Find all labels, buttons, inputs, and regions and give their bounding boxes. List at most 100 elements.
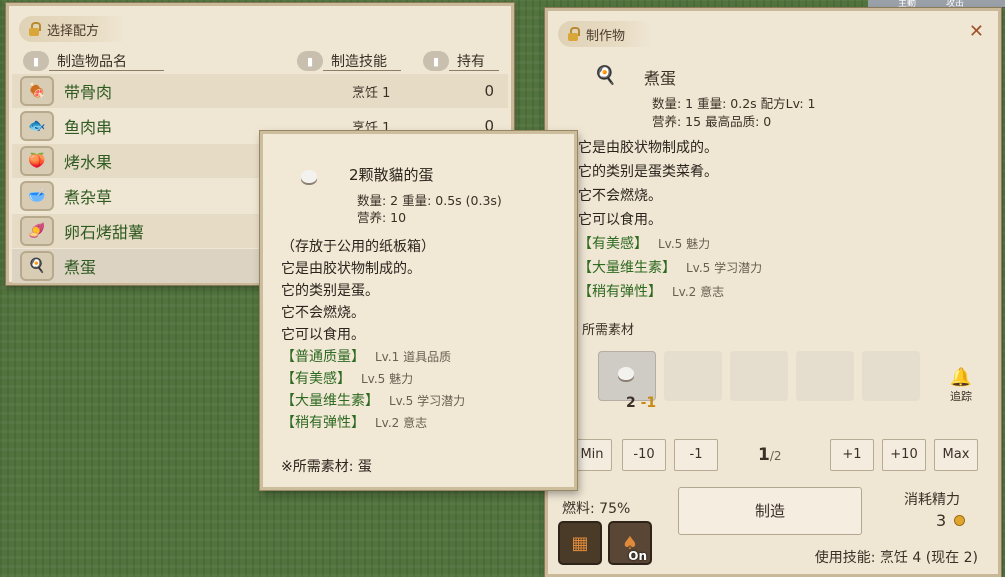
recipe-name: 带骨肉 [64, 83, 113, 102]
qty-plus10-button[interactable]: +10 [882, 439, 926, 471]
description-line: 它是由胶状物制成的。 [578, 140, 718, 156]
product-stat-line: 数量: 1 重量: 0.2s 配方Lv: 1 [652, 96, 816, 111]
column-owned-header[interactable]: ▮ 持有 [423, 50, 485, 72]
trait-detail: Lv.5 学习潜力 [686, 261, 763, 275]
product-stat-line: 营养: 15 最高品质: 0 [652, 114, 772, 129]
description-line: 它的类别是蛋类菜肴。 [578, 164, 718, 180]
trait-line: 【大量维生素】 Lv.5 学习潜力 [578, 257, 762, 277]
close-icon[interactable]: ✕ [969, 21, 984, 42]
trait-line: 【稍有弹性】 Lv.2 意志 [578, 281, 724, 301]
top-right-tabs: 主動 攻击 [868, 0, 1005, 8]
qty-max-button[interactable]: Max [934, 439, 978, 471]
qty-display: 1/2 [758, 445, 782, 465]
panel-title-tab: 制作物 [558, 21, 652, 47]
skill-used-label: 使用技能: 烹饪 4 (现在 2) [814, 550, 978, 566]
fish-skewer-icon: 🐟 [20, 111, 54, 141]
qty-minus1-button[interactable]: -1 [674, 439, 718, 471]
trait-name: 【大量维生素】 [281, 393, 379, 409]
divider [323, 70, 401, 71]
qty-total: /2 [769, 449, 782, 463]
trait-name: 【稍有弹性】 [281, 415, 365, 431]
trait-detail: Lv.1 道具品质 [375, 350, 452, 364]
qty-min-button[interactable]: Min [572, 439, 612, 471]
trait-detail: Lv.5 魅力 [361, 372, 414, 386]
qty-minus10-button[interactable]: -10 [622, 439, 666, 471]
roast-fruit-icon: 🍑 [20, 146, 54, 176]
sort-icon[interactable]: ▮ [23, 51, 49, 71]
material-slot[interactable] [664, 351, 722, 401]
meat-icon: 🍖 [20, 76, 54, 106]
trait-name: 【大量维生素】 [578, 260, 676, 276]
column-name-label: 制造物品名 [57, 54, 127, 70]
panel-title: 制作物 [586, 28, 626, 44]
description-line: 它可以食用。 [578, 212, 662, 228]
recipe-skill: 烹饪 1 [352, 85, 391, 101]
panel-title: 选择配方 [47, 23, 100, 39]
product-name: 煮蛋 [644, 69, 677, 88]
boiled-egg-icon: 🍳 [594, 65, 617, 86]
materials-label: 所需素材 [582, 323, 635, 338]
tooltip-line: 它可以食用。 [281, 327, 365, 343]
sort-icon[interactable]: ▮ [297, 51, 323, 71]
stamina-label: 消耗精力 [904, 492, 960, 508]
tooltip-line: 它不会燃烧。 [281, 305, 365, 321]
lock-icon [568, 27, 580, 41]
auto-fuel-toggle[interactable]: ♠ On [608, 521, 652, 565]
egg-icon [301, 170, 317, 183]
tooltip-required: ※所需素材: 蛋 [281, 459, 372, 475]
trace-button[interactable]: 🔔 追踪 [944, 367, 978, 404]
lock-icon [29, 22, 41, 36]
tab-fragment-b[interactable]: 攻击 [946, 0, 964, 7]
tooltip-stat-line: 营养: 10 [357, 210, 407, 225]
tab-fragment-a[interactable]: 主動 [898, 0, 916, 7]
material-count-minus: -1 [640, 395, 657, 411]
firewood-icon[interactable]: ▦ [558, 521, 602, 565]
recipe-owned: 0 [484, 82, 494, 100]
fuel-label: 燃料: 75% [562, 501, 631, 517]
boiled-egg-icon: 🍳 [20, 251, 54, 281]
stamina-number: 3 [936, 511, 947, 530]
trait-detail: Lv.5 学习潜力 [389, 394, 466, 408]
material-slot[interactable] [730, 351, 788, 401]
tooltip-item-name: 2颗散貓的蛋 [349, 166, 434, 184]
tooltip-line: 它是由胶状物制成的。 [281, 261, 421, 277]
trait-name: 【有美感】 [578, 236, 648, 252]
boiled-weeds-icon: 🥣 [20, 181, 54, 211]
stamina-icon [954, 515, 966, 526]
material-count-value: 2 [626, 395, 636, 411]
trait-name: 【稍有弹性】 [578, 284, 662, 300]
trait-name: 【有美感】 [281, 371, 351, 387]
trait-detail: Lv.2 意志 [672, 285, 725, 299]
egg-icon [618, 367, 634, 380]
column-owned-label: 持有 [457, 54, 485, 70]
description-line: 它不会燃烧。 [578, 188, 662, 204]
tooltip-trait: 【稍有弹性】 Lv.2 意志 [281, 412, 427, 432]
material-slot[interactable] [796, 351, 854, 401]
tooltip-line: 它的类别是蛋。 [281, 283, 379, 299]
trait-name: 【普通质量】 [281, 349, 365, 365]
sort-icon[interactable]: ▮ [423, 51, 449, 71]
item-tooltip: 2颗散貓的蛋 数量: 2 重量: 0.5s (0.3s) 营养: 10 （存放于… [260, 131, 577, 490]
product-panel: 制作物 ✕ 🍳 煮蛋 数量: 1 重量: 0.2s 配方Lv: 1 营养: 15… [545, 8, 1001, 577]
column-name-header[interactable]: ▮ 制造物品名 [23, 50, 127, 72]
divider [449, 70, 499, 71]
stamina-value: 3 [936, 511, 966, 530]
material-slot[interactable] [862, 351, 920, 401]
trait-detail: Lv.5 魅力 [658, 237, 711, 251]
qty-current: 1 [758, 445, 770, 465]
tooltip-trait: 【普通质量】 Lv.1 道具品质 [281, 346, 451, 366]
panel-title-tab: 选择配方 [19, 16, 126, 42]
trait-line: 【有美感】 Lv.5 魅力 [578, 233, 710, 253]
trait-detail: Lv.2 意志 [375, 416, 428, 430]
trace-label: 追踪 [950, 390, 972, 403]
sweet-potato-icon: 🍠 [20, 216, 54, 246]
make-button[interactable]: 制造 [678, 487, 862, 535]
qty-plus1-button[interactable]: +1 [830, 439, 874, 471]
material-slot[interactable] [598, 351, 656, 401]
tooltip-trait: 【有美感】 Lv.5 魅力 [281, 368, 413, 388]
bell-icon: 🔔 [949, 367, 973, 388]
recipe-row[interactable]: 🍖 带骨肉 烹饪 1 0 [12, 74, 508, 108]
tooltip-line: （存放于公用的纸板箱） [281, 239, 435, 255]
divider [49, 70, 164, 71]
column-skill-header[interactable]: ▮ 制造技能 [297, 50, 387, 72]
